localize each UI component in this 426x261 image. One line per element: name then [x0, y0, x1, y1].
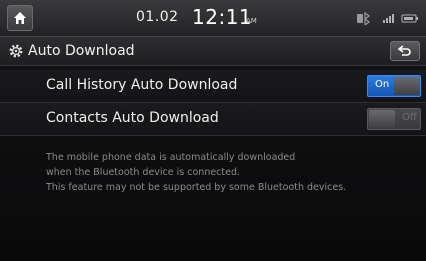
description-line: when the Bluetooth device is connected. [46, 167, 241, 178]
description-line: This feature may not be supported by som… [46, 182, 347, 193]
home-button[interactable] [7, 5, 33, 31]
auto-download-screen: 01.02 12:11 AM Auto Download Call Histor… [0, 0, 426, 261]
status-bar: 01.02 12:11 AM [0, 0, 426, 37]
title-bar: Auto Download [0, 37, 426, 66]
status-icons [357, 11, 418, 25]
toggle-knob [394, 77, 420, 95]
home-icon [14, 12, 26, 24]
description-text: The mobile phone data is automatically d… [46, 150, 421, 195]
toggle-state: On [375, 79, 390, 90]
battery-icon [401, 14, 418, 23]
setting-label: Call History Auto Download [46, 77, 238, 93]
toggle-knob [369, 110, 395, 128]
back-arrow-icon [398, 45, 411, 56]
description-line: The mobile phone data is automatically d… [46, 152, 296, 163]
back-button[interactable] [390, 41, 420, 61]
status-time: 12:11 [192, 5, 253, 29]
status-ampm: AM [246, 17, 257, 25]
page-title: Auto Download [28, 43, 135, 59]
setting-row-call-history[interactable]: Call History Auto Download On [0, 70, 426, 103]
setting-row-contacts[interactable]: Contacts Auto Download Off [0, 103, 426, 136]
gear-icon [9, 44, 23, 58]
bluetooth-phone-icon [357, 11, 370, 25]
toggle-state: Off [402, 112, 417, 123]
contacts-toggle[interactable]: Off [367, 108, 421, 130]
signal-strength-icon [383, 14, 394, 23]
setting-label: Contacts Auto Download [46, 110, 219, 126]
status-date: 01.02 [136, 9, 179, 25]
call-history-toggle[interactable]: On [367, 75, 421, 97]
